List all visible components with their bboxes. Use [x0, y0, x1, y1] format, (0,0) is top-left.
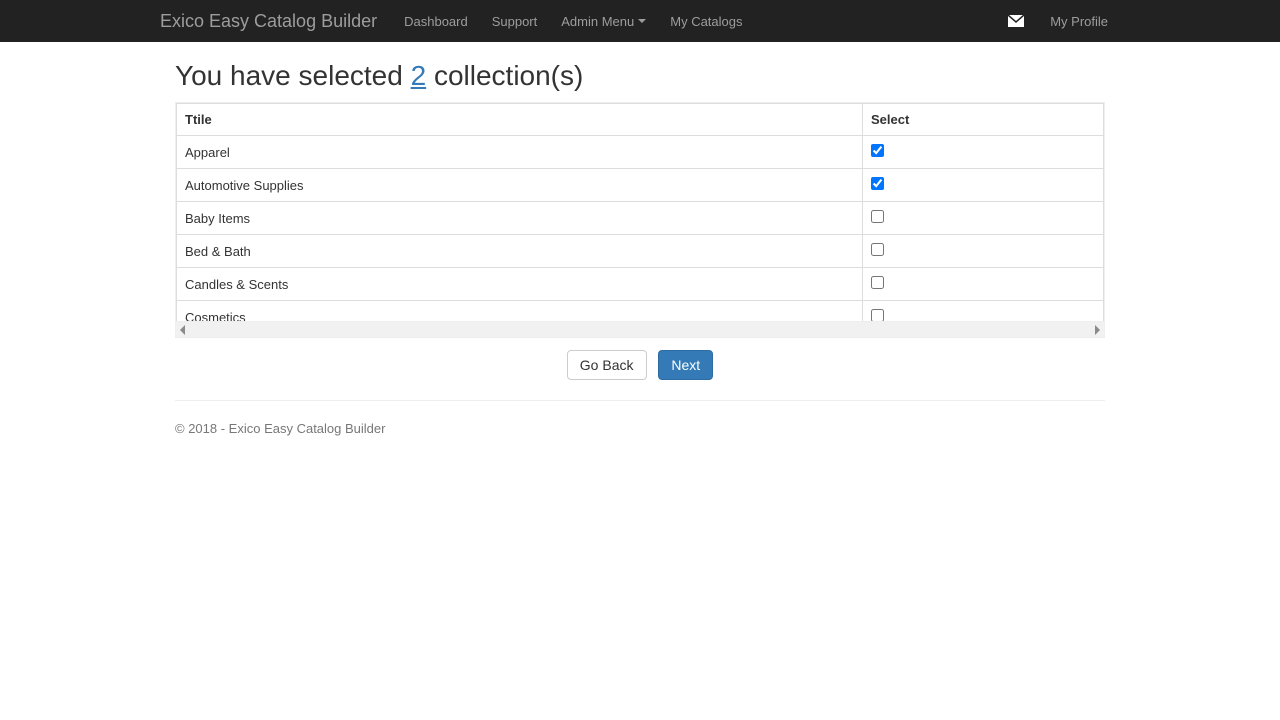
next-button[interactable]: Next	[658, 350, 713, 380]
heading-prefix: You have selected	[175, 60, 411, 91]
table-row: Baby Items	[177, 202, 1104, 235]
nav-item-my-catalogs[interactable]: My Catalogs	[658, 0, 754, 42]
row-select-cell	[862, 235, 1103, 268]
container: You have selected 2 collection(s) Ttile …	[160, 60, 1120, 456]
col-header-select: Select	[862, 104, 1103, 136]
table-body: ApparelAutomotive SuppliesBaby ItemsBed …	[177, 136, 1104, 322]
heading-suffix: collection(s)	[426, 60, 583, 91]
navbar-inner: Exico Easy Catalog Builder Dashboard Supp…	[160, 0, 1120, 42]
nav-item-label: My Catalogs	[670, 14, 742, 29]
button-row: Go Back Next	[175, 350, 1105, 380]
nav-item-label: Dashboard	[404, 14, 468, 29]
mail-link[interactable]	[994, 0, 1038, 42]
go-back-button[interactable]: Go Back	[567, 350, 647, 380]
row-select-cell	[862, 202, 1103, 235]
row-title: Cosmetics	[177, 301, 863, 322]
brand[interactable]: Exico Easy Catalog Builder	[160, 11, 392, 32]
row-checkbox[interactable]	[871, 243, 884, 256]
row-title: Apparel	[177, 136, 863, 169]
horizontal-scrollbar[interactable]	[176, 321, 1104, 337]
nav-profile[interactable]: My Profile	[1038, 0, 1120, 42]
table-row: Cosmetics	[177, 301, 1104, 322]
row-title: Candles & Scents	[177, 268, 863, 301]
row-select-cell	[862, 169, 1103, 202]
mail-icon	[1008, 15, 1024, 27]
table-scroll[interactable]: Ttile Select ApparelAutomotive SuppliesB…	[176, 103, 1104, 321]
row-checkbox[interactable]	[871, 144, 884, 157]
row-checkbox[interactable]	[871, 276, 884, 289]
collections-table: Ttile Select ApparelAutomotive SuppliesB…	[176, 103, 1104, 321]
row-checkbox[interactable]	[871, 309, 884, 321]
page-heading: You have selected 2 collection(s)	[175, 60, 1105, 92]
table-row: Candles & Scents	[177, 268, 1104, 301]
nav-item-admin-menu[interactable]: Admin Menu	[549, 0, 658, 42]
nav-item-dashboard[interactable]: Dashboard	[392, 0, 480, 42]
table-row: Apparel	[177, 136, 1104, 169]
row-title: Automotive Supplies	[177, 169, 863, 202]
row-title: Baby Items	[177, 202, 863, 235]
row-select-cell	[862, 301, 1103, 322]
nav-item-support[interactable]: Support	[480, 0, 550, 42]
heading-count[interactable]: 2	[411, 60, 427, 91]
chevron-down-icon	[638, 19, 646, 23]
row-select-cell	[862, 268, 1103, 301]
row-select-cell	[862, 136, 1103, 169]
table-header-row: Ttile Select	[177, 104, 1104, 136]
footer-text: © 2018 - Exico Easy Catalog Builder	[175, 421, 1105, 456]
row-title: Bed & Bath	[177, 235, 863, 268]
row-checkbox[interactable]	[871, 210, 884, 223]
divider	[175, 400, 1105, 401]
table-row: Bed & Bath	[177, 235, 1104, 268]
table-row: Automotive Supplies	[177, 169, 1104, 202]
table-area: Ttile Select ApparelAutomotive SuppliesB…	[175, 102, 1105, 338]
nav-item-label: Admin Menu	[561, 14, 634, 29]
navbar: Exico Easy Catalog Builder Dashboard Supp…	[0, 0, 1280, 42]
nav-left: Dashboard Support Admin Menu My Catalogs	[392, 0, 754, 42]
row-checkbox[interactable]	[871, 177, 884, 190]
nav-item-label: Support	[492, 14, 538, 29]
col-header-title: Ttile	[177, 104, 863, 136]
